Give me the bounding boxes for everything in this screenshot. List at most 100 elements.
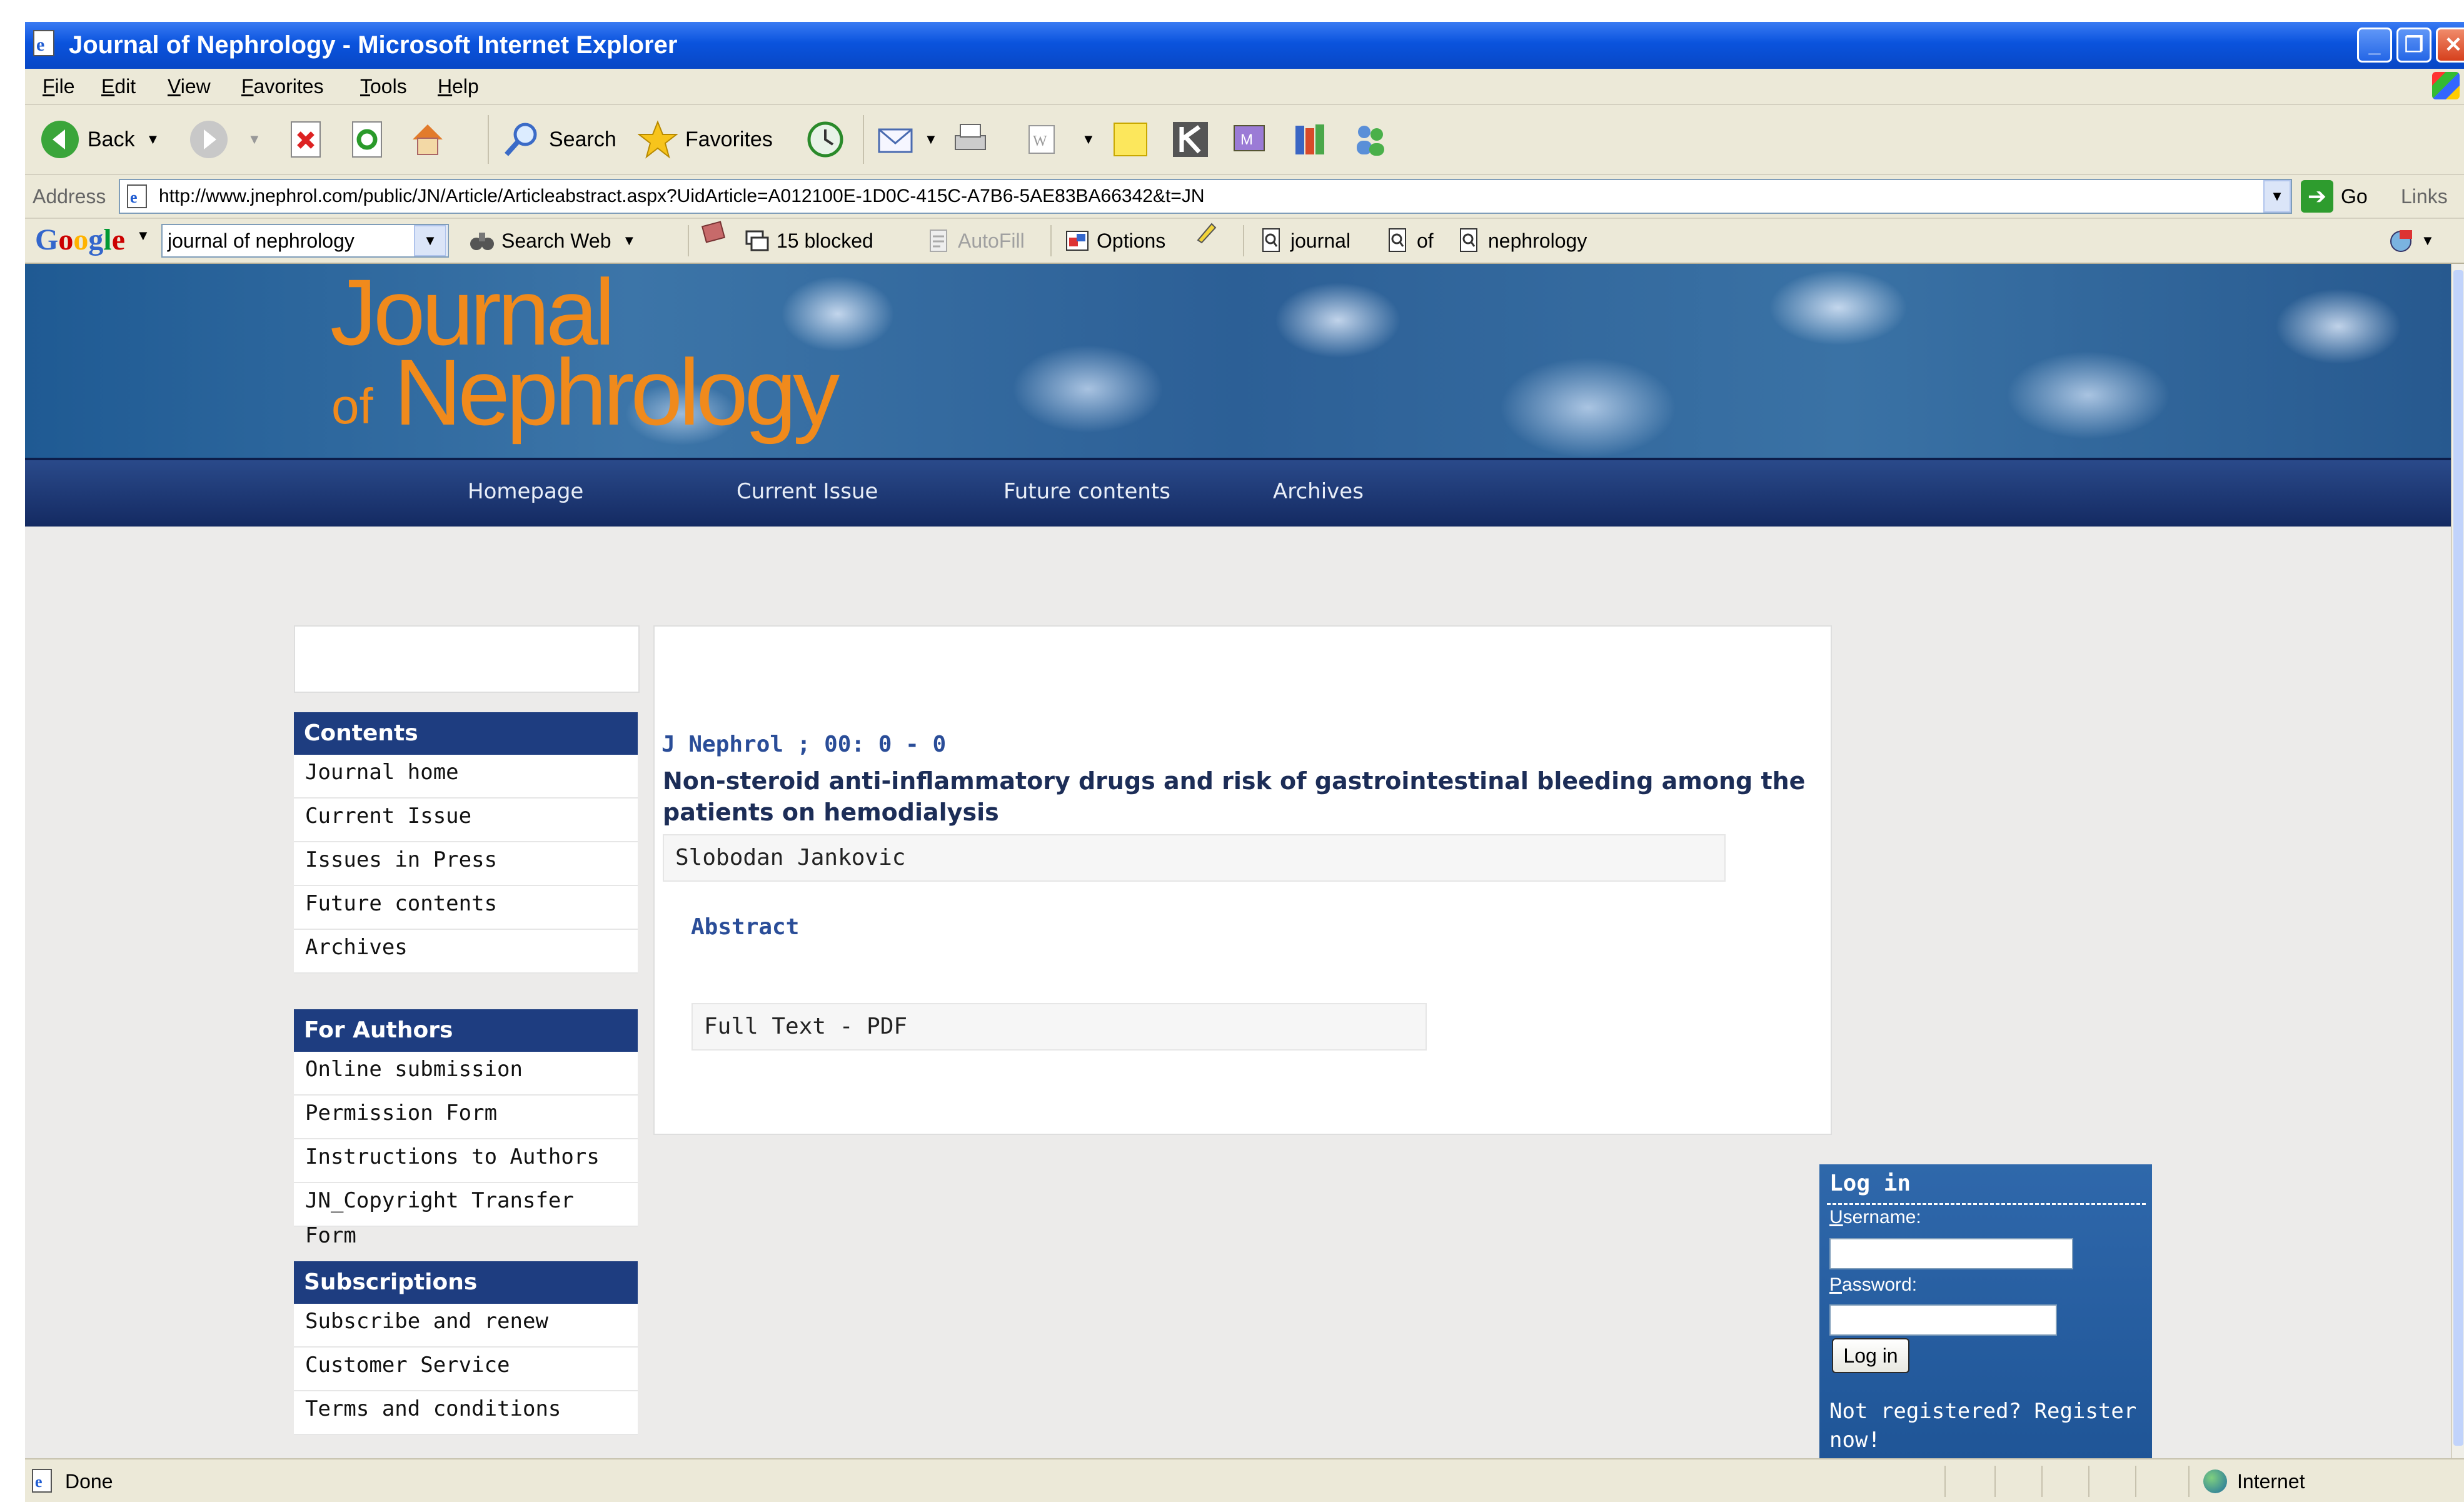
options-button[interactable]: Options bbox=[1064, 219, 1165, 263]
mail-dropdown-icon[interactable]: ▼ bbox=[924, 131, 938, 148]
google-search-input[interactable]: journal of nephrology bbox=[161, 224, 449, 258]
translate-dropdown-icon[interactable]: ▼ bbox=[2421, 219, 2435, 263]
sidebar-item-issues-in-press[interactable]: Issues in Press bbox=[294, 842, 638, 886]
menu-help[interactable]: Help bbox=[438, 69, 479, 104]
find-term-journal[interactable]: journal bbox=[1258, 219, 1350, 263]
forward-arrow-icon bbox=[190, 121, 228, 158]
menu-bar: File Edit View Favorites Tools Help bbox=[25, 69, 2464, 105]
forward-button[interactable]: ▼ bbox=[189, 105, 261, 174]
forward-dropdown-icon[interactable]: ▼ bbox=[248, 131, 261, 148]
ie-page-icon: e bbox=[32, 1469, 52, 1493]
abstract-link[interactable]: Abstract bbox=[691, 914, 799, 940]
google-menu-dropdown-icon[interactable]: ▼ bbox=[136, 228, 150, 244]
refresh-button[interactable] bbox=[348, 105, 395, 174]
svg-text:M: M bbox=[1240, 131, 1253, 148]
windows-logo-icon bbox=[2432, 72, 2460, 99]
sidebar-item-copyright-form[interactable]: JN_Copyright Transfer Form bbox=[294, 1183, 638, 1248]
username-label: Username: bbox=[1829, 1207, 1921, 1227]
vertical-scrollbar[interactable] bbox=[2451, 264, 2464, 1458]
sidebar-item-journal-home[interactable]: Journal home bbox=[294, 755, 638, 799]
go-button[interactable]: ➔ Go bbox=[2301, 180, 2368, 213]
history-icon bbox=[807, 121, 843, 158]
close-button[interactable]: ✕ bbox=[2436, 28, 2464, 63]
login-button[interactable]: Log in bbox=[1832, 1338, 1909, 1373]
find-term-icon bbox=[1262, 228, 1280, 252]
mail-icon bbox=[878, 128, 913, 153]
title-bar: e Journal of Nephrology - Microsoft Inte… bbox=[25, 22, 2464, 69]
find-term-nephrology-label: nephrology bbox=[1488, 229, 1587, 252]
fulltext-pdf-link[interactable]: Full Text - PDF bbox=[691, 1003, 1427, 1051]
find-term-of[interactable]: of bbox=[1384, 219, 1434, 263]
search-button[interactable]: Search bbox=[501, 105, 616, 174]
sidebar-item-instructions[interactable]: Instructions to Authors bbox=[294, 1139, 638, 1183]
history-button[interactable] bbox=[805, 105, 853, 174]
edit-button[interactable]: W ▼ bbox=[1023, 105, 1095, 174]
popup-blocker-button[interactable]: 15 blocked bbox=[744, 219, 873, 263]
options-icon bbox=[1066, 231, 1089, 251]
sidebar-item-permission-form[interactable]: Permission Form bbox=[294, 1096, 638, 1139]
search-icon bbox=[505, 123, 537, 156]
nav-future-contents[interactable]: Future contents bbox=[1003, 460, 1170, 523]
search-web-button[interactable]: Search Web ▼ bbox=[469, 219, 636, 263]
menu-tools[interactable]: Tools bbox=[360, 69, 407, 104]
print-icon bbox=[955, 124, 986, 150]
sidebar-item-subscribe[interactable]: Subscribe and renew bbox=[294, 1304, 638, 1348]
translate-button[interactable]: ▼ bbox=[2388, 219, 2435, 263]
menu-edit[interactable]: Edit bbox=[101, 69, 136, 104]
research-button[interactable] bbox=[1290, 105, 1338, 174]
contacts-people-icon bbox=[1357, 126, 1384, 156]
note-button[interactable] bbox=[1110, 105, 1158, 174]
address-dropdown-icon[interactable]: ▼ bbox=[2263, 180, 2291, 213]
nav-homepage[interactable]: Homepage bbox=[468, 460, 583, 523]
search-web-dropdown-icon[interactable]: ▼ bbox=[623, 219, 636, 263]
menu-view[interactable]: View bbox=[168, 69, 211, 104]
scrollbar-thumb[interactable] bbox=[2453, 270, 2463, 1446]
sidebar-item-terms[interactable]: Terms and conditions bbox=[294, 1391, 638, 1435]
back-dropdown-icon[interactable]: ▼ bbox=[146, 131, 160, 148]
home-button[interactable] bbox=[408, 105, 455, 174]
sidebar-item-online-submission[interactable]: Online submission bbox=[294, 1052, 638, 1096]
menu-file[interactable]: File bbox=[43, 69, 75, 104]
login-title: Log in bbox=[1829, 1171, 1911, 1196]
address-bar: Address e http://www.jnephrol.com/public… bbox=[25, 175, 2464, 219]
back-button[interactable]: Back ▼ bbox=[40, 105, 159, 174]
site-banner: Journal of Nephrology bbox=[25, 264, 2451, 458]
back-arrow-icon bbox=[41, 121, 79, 158]
highlight-button[interactable] bbox=[1193, 219, 1225, 245]
k-button[interactable] bbox=[1170, 105, 1218, 174]
nav-archives[interactable]: Archives bbox=[1273, 460, 1364, 523]
sidebar-item-future-contents[interactable]: Future contents bbox=[294, 886, 638, 930]
pagerank-button[interactable] bbox=[700, 219, 733, 245]
sidebar-item-customer-service[interactable]: Customer Service bbox=[294, 1348, 638, 1391]
google-query-dropdown-icon[interactable]: ▼ bbox=[414, 225, 446, 256]
google-logo[interactable]: Google bbox=[35, 221, 125, 259]
print-button[interactable] bbox=[950, 105, 998, 174]
stop-button[interactable] bbox=[286, 105, 334, 174]
contacts-button[interactable] bbox=[1350, 105, 1398, 174]
article-author: Slobodan Jankovic bbox=[663, 834, 1726, 882]
favorites-button[interactable]: Favorites bbox=[638, 105, 773, 174]
password-input[interactable] bbox=[1829, 1304, 2057, 1336]
translate-globe-icon bbox=[2390, 230, 2412, 252]
address-url: http://www.jnephrol.com/public/JN/Articl… bbox=[159, 186, 1205, 206]
edit-dropdown-icon[interactable]: ▼ bbox=[1082, 131, 1095, 148]
article-title: Non-steroid anti-inflammatory drugs and … bbox=[663, 767, 1806, 826]
maximize-button[interactable]: ❐ bbox=[2396, 28, 2431, 63]
username-input[interactable] bbox=[1829, 1238, 2073, 1269]
register-link[interactable]: Not registered? Register now! bbox=[1829, 1397, 2142, 1454]
sidebar-item-archives[interactable]: Archives bbox=[294, 930, 638, 974]
autofill-button[interactable]: AutoFill bbox=[925, 219, 1025, 263]
mail-button[interactable]: ▼ bbox=[877, 105, 938, 174]
links-button[interactable]: Links bbox=[2401, 175, 2448, 218]
back-label: Back bbox=[88, 127, 135, 151]
find-term-nephrology[interactable]: nephrology bbox=[1456, 219, 1587, 263]
messenger-button[interactable]: M bbox=[1230, 105, 1278, 174]
browser-window: e Journal of Nephrology - Microsoft Inte… bbox=[25, 22, 2464, 1502]
nav-current-issue[interactable]: Current Issue bbox=[737, 460, 878, 523]
options-label: Options bbox=[1097, 229, 1166, 252]
sidebar-item-current-issue[interactable]: Current Issue bbox=[294, 799, 638, 842]
address-input[interactable]: e http://www.jnephrol.com/public/JN/Arti… bbox=[119, 179, 2292, 214]
find-term-icon bbox=[1460, 228, 1477, 252]
menu-favorites[interactable]: Favorites bbox=[241, 69, 324, 104]
minimize-button[interactable]: _ bbox=[2357, 28, 2392, 63]
